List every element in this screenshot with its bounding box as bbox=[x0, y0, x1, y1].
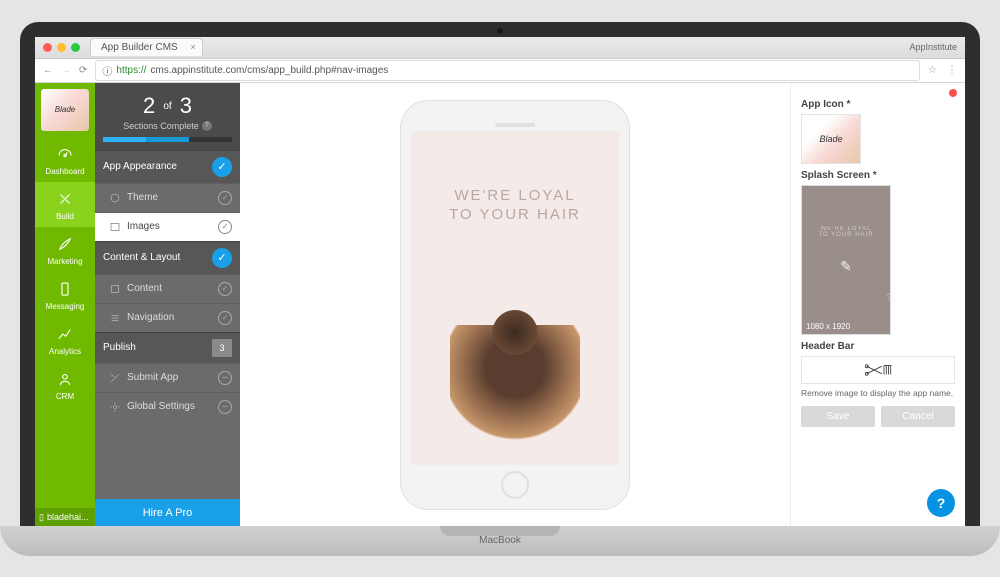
sub-item-submit-app[interactable]: Submit App – bbox=[95, 363, 240, 392]
extension-brand: AppInstitute bbox=[909, 42, 957, 52]
check-ring-icon: ✓ bbox=[218, 220, 232, 234]
check-ring-icon: ✓ bbox=[218, 282, 232, 296]
app-logo-thumb[interactable]: Blade bbox=[41, 89, 89, 131]
chart-icon bbox=[56, 325, 74, 343]
palette-icon bbox=[109, 192, 121, 204]
sidebar-item-build[interactable]: Build bbox=[35, 182, 95, 227]
label-app-icon: App Icon * bbox=[801, 99, 955, 110]
check-badge-icon: ✓ bbox=[212, 248, 232, 268]
tools-icon bbox=[56, 190, 74, 208]
group-content-layout[interactable]: Content & Layout ✓ bbox=[95, 241, 240, 274]
sidebar-item-marketing[interactable]: Marketing bbox=[35, 227, 95, 272]
nav-reload-icon[interactable]: ⟳ bbox=[79, 65, 87, 76]
send-icon bbox=[109, 372, 121, 384]
browser-tab-bar: App Builder CMS × AppInstitute bbox=[35, 37, 965, 59]
list-icon bbox=[109, 312, 121, 324]
image-icon bbox=[109, 221, 121, 233]
help-button[interactable]: ? bbox=[927, 489, 955, 517]
menu-icon[interactable]: ⋮ bbox=[947, 65, 957, 76]
progress-total: 3 bbox=[180, 93, 192, 118]
url-scheme: https:// bbox=[116, 65, 146, 76]
gear-icon bbox=[109, 401, 121, 413]
label-header-bar: Header Bar bbox=[801, 341, 955, 352]
sub-item-theme[interactable]: Theme ✓ bbox=[95, 183, 240, 212]
info-icon[interactable]: ? bbox=[202, 121, 212, 131]
check-badge-icon: ✓ bbox=[212, 157, 232, 177]
dimensions-label: 1080 x 1920 bbox=[806, 322, 850, 331]
edit-icon[interactable]: ✎ bbox=[840, 258, 852, 275]
sidebar-item-messaging[interactable]: Messaging bbox=[35, 272, 95, 317]
browser-address-bar: ← → ⟳ ⓘ https:// cms.appinstitute.com/cms… bbox=[35, 59, 965, 83]
bookmark-icon[interactable]: ☆ bbox=[928, 65, 937, 76]
person-icon bbox=[56, 370, 74, 388]
pending-ring-icon: – bbox=[218, 400, 232, 414]
progress-bar bbox=[103, 137, 232, 142]
sub-item-navigation[interactable]: Navigation ✓ bbox=[95, 303, 240, 332]
label-splash: Splash Screen * bbox=[801, 170, 955, 181]
main-sidebar: Blade Dashboard Build Marketing Messagin… bbox=[35, 83, 95, 527]
preview-canvas: WE'RE LOYAL TO YOUR HAIR bbox=[240, 83, 790, 527]
content-icon bbox=[109, 283, 121, 295]
laptop-brand: MacBook bbox=[479, 535, 521, 546]
sub-item-global-settings[interactable]: Global Settings – bbox=[95, 392, 240, 421]
sub-item-content[interactable]: Content ✓ bbox=[95, 274, 240, 303]
window-minimize-icon[interactable] bbox=[57, 43, 66, 52]
save-button[interactable]: Save bbox=[801, 406, 875, 427]
pending-ring-icon: – bbox=[218, 371, 232, 385]
nav-back-icon[interactable]: ← bbox=[43, 65, 53, 76]
home-button-icon bbox=[501, 471, 529, 499]
hire-pro-button[interactable]: Hire A Pro bbox=[95, 499, 240, 527]
device-icon: ▯ bbox=[39, 512, 44, 523]
tab-title: App Builder CMS bbox=[101, 42, 178, 53]
header-bar-preview[interactable] bbox=[801, 356, 955, 384]
app-icon-preview[interactable]: Blade bbox=[801, 114, 861, 164]
group-app-appearance[interactable]: App Appearance ✓ bbox=[95, 150, 240, 183]
progress-current: 2 bbox=[143, 93, 155, 118]
scissors-comb-icon bbox=[863, 361, 893, 379]
tab-close-icon[interactable]: × bbox=[190, 42, 195, 52]
record-indicator-icon bbox=[949, 89, 957, 97]
group-publish[interactable]: Publish 3 bbox=[95, 332, 240, 363]
rocket-icon bbox=[56, 235, 74, 253]
url-input[interactable]: ⓘ https:// cms.appinstitute.com/cms/app_b… bbox=[95, 60, 920, 81]
url-text: cms.appinstitute.com/cms/app_build.php#n… bbox=[150, 65, 388, 76]
sub-item-images[interactable]: Images ✓ bbox=[95, 212, 240, 241]
phone-preview: WE'RE LOYAL TO YOUR HAIR bbox=[400, 100, 630, 510]
header-hint: Remove image to display the app name. bbox=[801, 388, 955, 398]
cancel-button[interactable]: Cancel bbox=[881, 406, 955, 427]
speaker-icon bbox=[495, 123, 535, 127]
sidebar-item-crm[interactable]: CRM bbox=[35, 362, 95, 407]
nav-forward-icon[interactable]: → bbox=[61, 65, 71, 76]
sidebar-footer[interactable]: ▯ bladehai... bbox=[35, 508, 95, 527]
window-close-icon[interactable] bbox=[43, 43, 52, 52]
phone-icon bbox=[56, 280, 74, 298]
lock-icon: ⓘ bbox=[102, 63, 112, 78]
gauge-icon bbox=[56, 145, 74, 163]
window-maximize-icon[interactable] bbox=[71, 43, 80, 52]
splash-image bbox=[450, 325, 580, 465]
check-ring-icon: ✓ bbox=[218, 311, 232, 325]
sidebar-item-analytics[interactable]: Analytics bbox=[35, 317, 95, 362]
build-steps-panel: 2 of 3 Sections Complete? App Appearance… bbox=[95, 83, 240, 527]
sidebar-item-dashboard[interactable]: Dashboard bbox=[35, 137, 95, 182]
cursor-icon: ☟ bbox=[885, 287, 901, 309]
splash-slogan: WE'RE LOYAL TO YOUR HAIR bbox=[449, 186, 581, 225]
check-ring-icon: ✓ bbox=[218, 191, 232, 205]
phone-screen: WE'RE LOYAL TO YOUR HAIR bbox=[411, 131, 619, 465]
properties-panel: App Icon * Blade Splash Screen * WE'RE L… bbox=[790, 83, 965, 527]
browser-tab[interactable]: App Builder CMS × bbox=[90, 38, 203, 56]
splash-preview[interactable]: WE'RE LOYAL TO YOUR HAIR ✎ 1080 x 1920 ☟ bbox=[801, 185, 891, 335]
progress-box: 2 of 3 Sections Complete? bbox=[95, 83, 240, 150]
count-badge: 3 bbox=[212, 339, 232, 357]
